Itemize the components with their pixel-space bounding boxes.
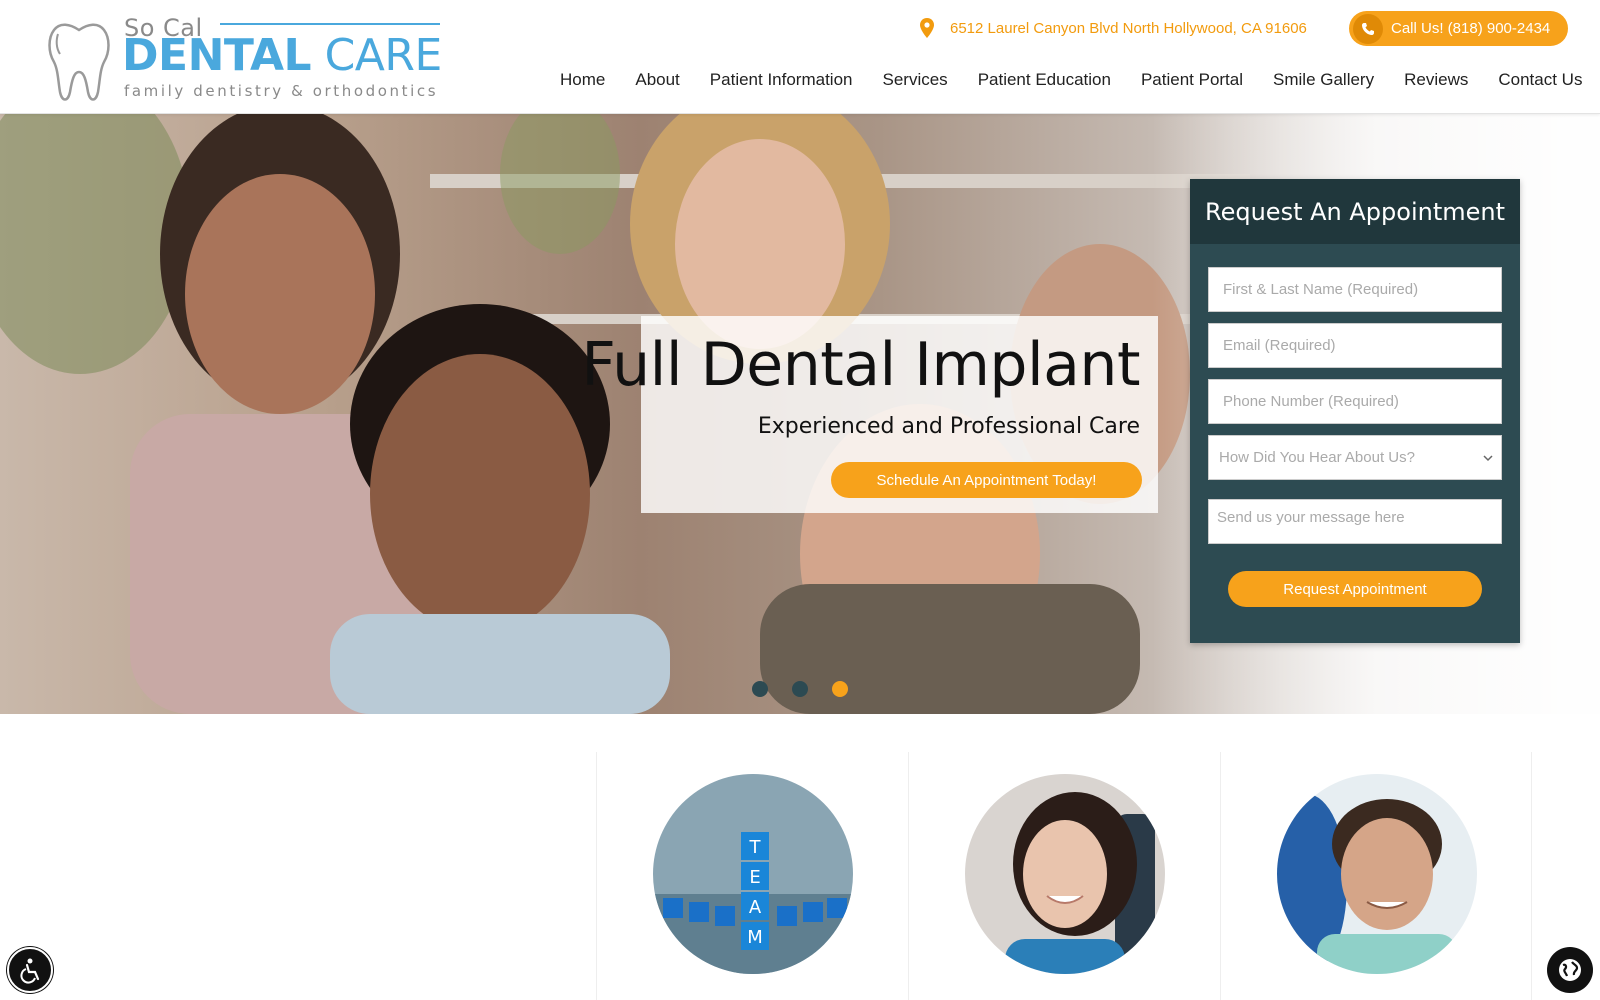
logo-brand-bold: DENTAL bbox=[122, 30, 312, 81]
logo-rule bbox=[220, 23, 440, 25]
feature-card-team[interactable]: T E A M bbox=[596, 752, 908, 1000]
slider-dots bbox=[752, 681, 848, 697]
svg-text:A: A bbox=[749, 897, 762, 918]
nav-patient-information[interactable]: Patient Information bbox=[695, 70, 868, 90]
globe-icon bbox=[1559, 959, 1581, 981]
schedule-appointment-button[interactable]: Schedule An Appointment Today! bbox=[831, 462, 1142, 498]
accessibility-icon bbox=[20, 958, 40, 984]
request-appointment-button[interactable]: Request Appointment bbox=[1228, 571, 1482, 607]
logo-brand-light: CARE bbox=[311, 30, 443, 81]
svg-text:E: E bbox=[749, 867, 760, 888]
smiling-patient-image bbox=[965, 774, 1165, 974]
phone-field[interactable]: Phone Number (Required) bbox=[1208, 379, 1502, 424]
site-logo[interactable]: So Cal DENTAL CARE family dentistry & or… bbox=[44, 12, 454, 104]
feature-card-patient[interactable] bbox=[1220, 752, 1532, 1000]
call-us-button[interactable]: Call Us! (818) 900-2434 bbox=[1349, 11, 1568, 46]
main-nav: Home About Patient Information Services … bbox=[545, 70, 1597, 90]
language-button[interactable] bbox=[1547, 947, 1593, 993]
address-text: 6512 Laurel Canyon Blvd North Hollywood,… bbox=[950, 19, 1307, 37]
hear-about-select[interactable]: How Did You Hear About Us? bbox=[1208, 435, 1502, 480]
team-blocks-image: T E A M bbox=[653, 774, 853, 974]
nav-services[interactable]: Services bbox=[868, 70, 963, 90]
svg-text:T: T bbox=[749, 837, 762, 858]
slider-dot-2[interactable] bbox=[792, 681, 808, 697]
tooth-logo-icon bbox=[48, 23, 110, 101]
appointment-form: Request An Appointment First & Last Name… bbox=[1190, 179, 1520, 643]
call-us-label: Call Us! (818) 900-2434 bbox=[1391, 20, 1551, 37]
phone-icon bbox=[1353, 13, 1383, 44]
appointment-form-heading: Request An Appointment bbox=[1190, 179, 1520, 244]
nav-reviews[interactable]: Reviews bbox=[1389, 70, 1483, 90]
feature-cards: T E A M bbox=[596, 752, 1532, 1000]
address-link[interactable]: 6512 Laurel Canyon Blvd North Hollywood,… bbox=[920, 18, 1307, 38]
nav-smile-gallery[interactable]: Smile Gallery bbox=[1258, 70, 1389, 90]
slide-caption-box: Full Dental Implant Experienced and Prof… bbox=[581, 316, 1158, 513]
name-field[interactable]: First & Last Name (Required) bbox=[1208, 267, 1502, 312]
nav-patient-education[interactable]: Patient Education bbox=[963, 70, 1126, 90]
logo-tagline: family dentistry & orthodontics bbox=[124, 82, 439, 100]
chevron-down-icon bbox=[1483, 454, 1493, 461]
male-patient-image bbox=[1277, 774, 1477, 974]
slider-dot-3[interactable] bbox=[832, 681, 848, 697]
accessibility-button[interactable] bbox=[7, 947, 53, 993]
nav-patient-portal[interactable]: Patient Portal bbox=[1126, 70, 1258, 90]
map-pin-icon bbox=[920, 18, 934, 38]
nav-about[interactable]: About bbox=[620, 70, 694, 90]
nav-contact-us[interactable]: Contact Us bbox=[1483, 70, 1597, 90]
feature-card-smile[interactable] bbox=[908, 752, 1220, 1000]
svg-text:M: M bbox=[747, 927, 763, 948]
hear-about-selected: How Did You Hear About Us? bbox=[1219, 449, 1415, 466]
slide-title: Full Dental Implant bbox=[581, 330, 1140, 400]
email-field[interactable]: Email (Required) bbox=[1208, 323, 1502, 368]
slider-dot-1[interactable] bbox=[752, 681, 768, 697]
site-header: So Cal DENTAL CARE family dentistry & or… bbox=[0, 0, 1600, 114]
message-field[interactable]: Send us your message here bbox=[1208, 499, 1502, 544]
logo-brand: DENTAL CARE bbox=[122, 34, 442, 78]
nav-home[interactable]: Home bbox=[545, 70, 620, 90]
slide-subtitle: Experienced and Professional Care bbox=[757, 414, 1140, 439]
